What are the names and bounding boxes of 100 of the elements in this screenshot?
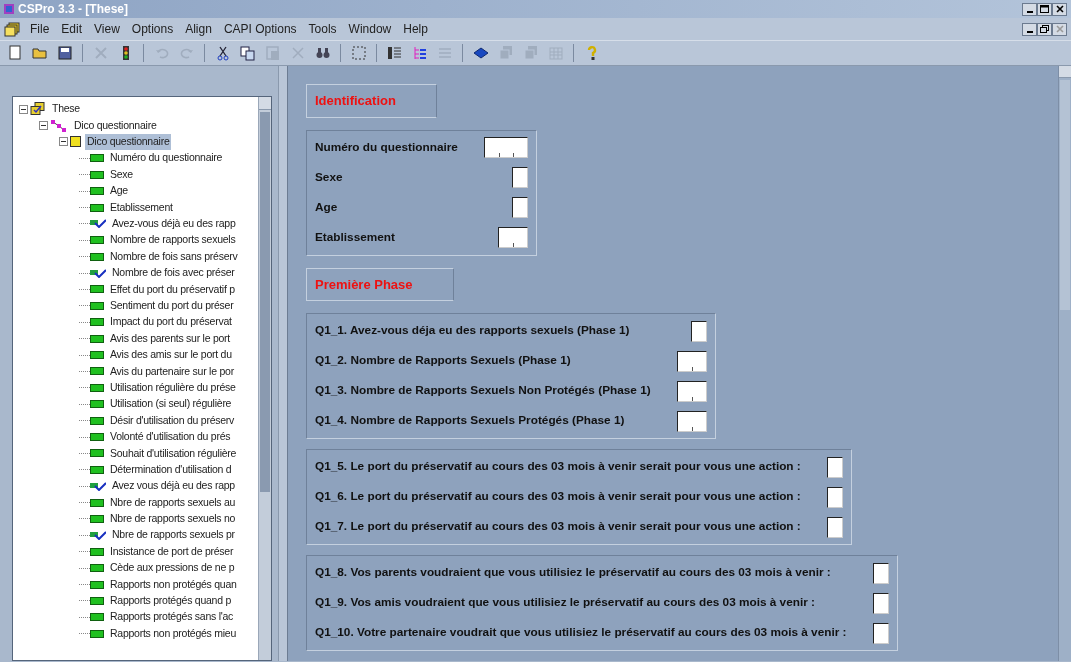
input-field[interactable] [511,167,528,188]
tree-item[interactable]: Utilisation (si seul) régulière [108,396,234,413]
input-field[interactable] [676,350,707,372]
minimize-button[interactable] [1022,2,1037,16]
window-title: CSPro 3.3 - [These] [18,1,129,18]
field-label: Q1_1. Avez-vous déja eu des rapports sexuels (Phase 1) [315,322,631,340]
restore-button[interactable] [1037,22,1052,36]
menu-item[interactable]: CAPI Options [217,20,303,38]
close-icon [1055,25,1064,33]
tree-item[interactable]: Souhait d'utilisation régulière [108,445,239,462]
field-icon [90,449,104,458]
field-icon [90,580,104,589]
tree-item[interactable]: Volonté d'utilisation du prés [108,429,233,445]
field-label: Etablissement [315,228,396,246]
field-icon [90,400,104,409]
input-field[interactable] [826,516,843,538]
field-icon [90,613,104,622]
field-icon [90,334,104,343]
input-field[interactable] [676,380,707,402]
menu-item[interactable]: View [88,20,126,38]
input-field[interactable] [483,137,528,158]
input-field[interactable] [497,227,528,248]
field-label: Q1_6. Le port du préservatif au cours des 03 mois à venir serait pour vous une action : [315,488,801,506]
menu-item[interactable]: Tools [302,20,343,38]
field-icon [90,351,104,360]
input-field[interactable] [826,486,843,508]
tree-item[interactable]: Avis du partenaire sur le por [108,363,236,380]
field-icon [90,564,104,573]
field-icon [90,252,104,261]
input-field[interactable] [511,197,528,218]
tree-item[interactable]: Rapports non protégés mieu [108,625,238,642]
menu-item[interactable]: Align [179,20,218,38]
tree-item[interactable]: Age [108,183,130,199]
field-icon [90,187,104,196]
tree-item[interactable]: Rapports protégés quand p [108,593,233,609]
scrollbar[interactable] [1058,66,1071,661]
tree-item[interactable]: Sentiment du port du préser [108,298,236,314]
tree-item[interactable]: Désir d'utilisation du préserv [108,412,237,429]
collapse-toggle[interactable] [19,104,28,114]
application-icon [30,102,46,117]
tree-item[interactable]: Détermination d'utilisation d [108,461,234,478]
field-icon [90,367,104,376]
checkmark-icon [90,481,106,491]
tree-item[interactable]: Dico questionnaire [72,117,159,134]
field-label: Q1_7. Le port du préservatif au cours des 03 mois à venir serait pour vous une action : [315,518,801,536]
menu-item[interactable]: Options [125,20,180,38]
tree-item[interactable]: Sexe [108,166,135,183]
input-field[interactable] [690,320,707,342]
minimize-button[interactable] [1022,22,1037,36]
tree-item[interactable]: Insistance de port de préser [108,543,236,560]
input-field[interactable] [826,456,843,478]
menu-item[interactable]: Window [342,20,398,38]
tree-item[interactable]: Nombre de rapports sexuels [108,232,238,249]
tree-item[interactable]: Utilisation régulière du prése [108,379,238,396]
field-label: Q1_9. Vos amis voudraient que vous utilisiez le préservatif au cours des 03 mois à venir : [315,594,817,612]
field-label: Age [315,198,339,216]
tree-item[interactable]: Cède aux pressions de ne p [108,560,237,576]
tree-item[interactable]: Effet du port du préservatif p [108,281,237,298]
section-heading: Première Phase [306,267,454,301]
field-icon [90,416,104,425]
maximize-button[interactable] [1037,2,1052,16]
field-icon [90,514,104,523]
tree-item[interactable]: Nbre de rapports sexuels au [108,494,238,511]
field-label: Q1_10. Votre partenaire voudrait que vous utilisiez le préservatif au cours des 03 mois à venir : [315,624,847,642]
tree-item[interactable]: Avez vous déjà eu des rapp [110,478,237,495]
restore-icon [1040,25,1049,33]
tree-item[interactable]: Nombre de fois avec préser [110,265,237,281]
tree-item[interactable]: Impact du port du préservat [108,314,234,331]
close-button[interactable] [1052,2,1067,16]
tree-item[interactable]: Nbre de rapports sexuels no [108,511,238,527]
field-icon [90,154,104,163]
field-label: Q1_5. Le port du préservatif au cours des 03 mois à venir serait pour vous une action : [315,458,801,476]
tree-item[interactable]: Avis des parents sur le port [108,330,233,347]
menu-item[interactable]: Help [397,20,434,38]
field-icon [90,498,104,507]
field-label: Numéro du questionnaire [315,138,458,156]
tree-item[interactable]: These [50,101,82,118]
tree-item[interactable]: Avez-vous déjà eu des rapp [110,216,238,232]
input-field[interactable] [676,410,707,432]
tree-item[interactable]: Nombre de fois sans préserv [108,248,240,265]
field-label: Q1_4. Nombre de Rapports Sexuels Protégés (Phase 1) [315,412,626,430]
tree-item[interactable]: Rapports protégés sans l'ac [108,609,236,626]
tree-item[interactable]: Etablissement [108,199,175,216]
tree-item[interactable]: Numéro du questionnaire [108,150,225,167]
tree-item[interactable]: Nbre de rapports sexuels pr [110,527,237,544]
collapse-toggle[interactable] [39,121,48,131]
tree-item[interactable]: Avis des amis sur le port du [108,347,234,363]
field-label: Q1_8. Vos parents voudraient que vous utilisiez le préservatif au cours des 03 mois à venir : [315,564,832,582]
input-field[interactable] [872,562,889,584]
tree-item[interactable]: Rapports non protégés quan [108,576,239,593]
tree-item[interactable]: Dico questionnaire [85,134,172,150]
scrollbar[interactable] [258,97,271,660]
input-field[interactable] [872,622,889,644]
field-icon [90,433,104,441]
menu-item[interactable]: Edit [55,20,89,38]
menu-item[interactable]: File [24,20,56,38]
input-field[interactable] [872,592,889,614]
field-icon [90,170,104,179]
field-icon [90,318,104,327]
collapse-toggle[interactable] [59,137,68,147]
